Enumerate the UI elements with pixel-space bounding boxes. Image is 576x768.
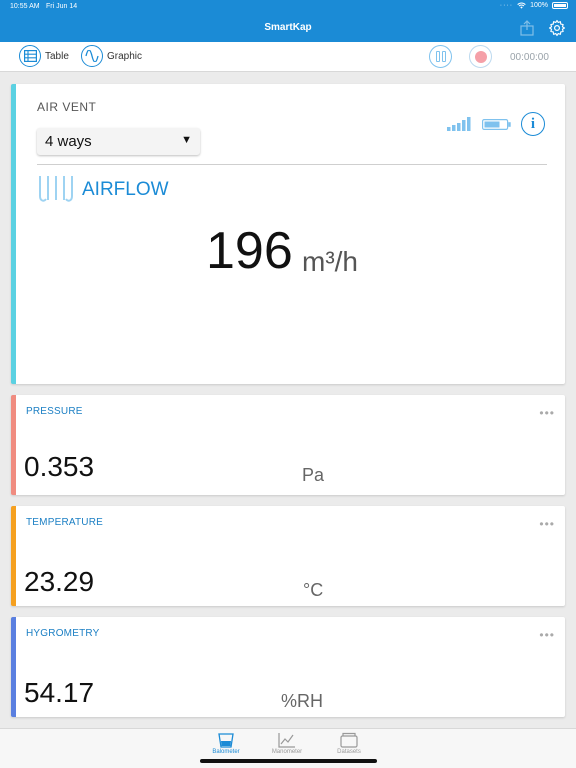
hygrometry-label: HYGROMETRY [26, 628, 100, 639]
gear-icon[interactable] [548, 19, 566, 37]
temperature-unit: °C [303, 580, 324, 600]
battery-icon [552, 2, 568, 9]
table-button[interactable]: Table [19, 45, 69, 67]
record-button[interactable] [469, 45, 492, 68]
table-label: Table [45, 50, 69, 62]
wave-icon [81, 45, 103, 67]
wifi-icon [517, 2, 526, 9]
more-icon[interactable]: ••• [539, 628, 555, 642]
page-title: SmartKap [264, 22, 312, 33]
pressure-label: PRESSURE [26, 406, 83, 417]
table-icon [19, 45, 41, 67]
tab-datasets-label: Datasets [337, 749, 361, 755]
recording-timer: 00:00:00 [510, 52, 549, 63]
divider [37, 164, 547, 165]
pressure-value: 0.353 [24, 451, 95, 482]
tab-manometer[interactable]: Manometer [257, 732, 317, 755]
status-right: ···· 100% [500, 2, 568, 9]
air-vent-select-value: 4 ways [45, 133, 92, 150]
temperature-value: 23.29 [24, 566, 95, 597]
tab-balometer-label: Balometer [212, 749, 240, 755]
air-vent-select[interactable]: 4 ways ▼ [37, 128, 200, 155]
datasets-icon [340, 732, 358, 748]
airflow-card: AIR VENT 4 ways ▼ i AIRFLOW 196 m³/h [11, 84, 565, 384]
more-icon[interactable]: ••• [539, 406, 555, 420]
airflow-unit: m³/h [302, 246, 358, 277]
share-icon[interactable] [520, 20, 534, 36]
home-indicator [200, 759, 377, 763]
tab-manometer-label: Manometer [271, 749, 303, 755]
tab-datasets[interactable]: Datasets [319, 732, 379, 755]
pause-button[interactable] [429, 45, 452, 68]
status-date: Fri Jun 14 [46, 3, 78, 10]
caret-down-icon: ▼ [181, 134, 192, 146]
graphic-button[interactable]: Graphic [81, 45, 142, 67]
device-battery-icon [482, 119, 511, 130]
balometer-icon [218, 733, 234, 748]
manometer-icon [278, 733, 295, 748]
toolbar: Table Graphic 00:00:00 [0, 42, 576, 72]
pressure-card: PRESSURE ••• 0.353 Pa [11, 395, 565, 495]
signal-icon [447, 117, 471, 131]
status-bar: 10:55 AM Fri Jun 14 ···· 100% [0, 0, 576, 14]
pause-icon [435, 51, 446, 62]
air-vent-label: AIR VENT [37, 100, 97, 114]
info-icon[interactable]: i [521, 112, 545, 136]
status-time: 10:55 AM [10, 3, 40, 10]
more-icon[interactable]: ••• [539, 517, 555, 531]
signal-dots-icon: ···· [499, 2, 514, 9]
hygrometry-unit: %RH [281, 691, 324, 711]
tab-balometer[interactable]: Balometer [196, 732, 256, 755]
record-icon [474, 50, 487, 63]
hygrometry-value: 54.17 [24, 677, 95, 708]
temperature-label: TEMPERATURE [26, 517, 104, 528]
graphic-label: Graphic [107, 50, 143, 62]
nav-bar: 10:55 AM Fri Jun 14 ···· 100% SmartKap [0, 0, 576, 42]
pressure-unit: Pa [302, 465, 325, 485]
battery-percent: 100% [530, 2, 548, 9]
airflow-value: 196 [206, 222, 293, 280]
hygrometry-card: HYGROMETRY ••• 54.17 %RH [11, 617, 565, 717]
airflow-icon [39, 176, 73, 202]
airflow-label: AIRFLOW [82, 179, 169, 200]
temperature-card: TEMPERATURE ••• 23.29 °C [11, 506, 565, 606]
